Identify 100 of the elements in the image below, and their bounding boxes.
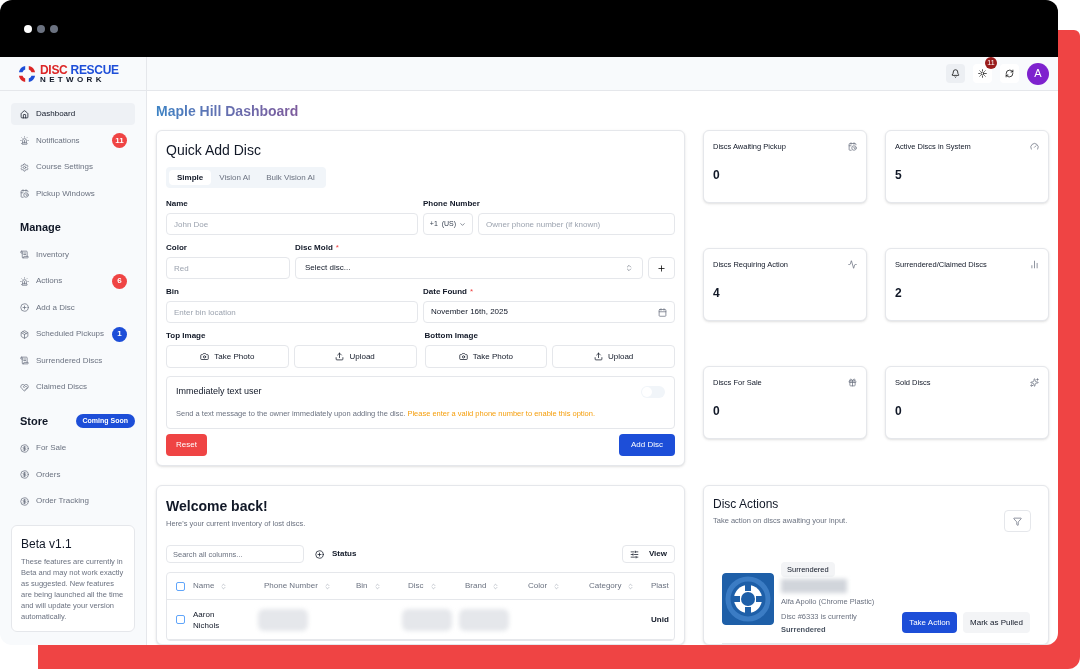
sidebar-item[interactable]: Course Settings — [11, 156, 135, 178]
stat-value: 0 — [713, 403, 721, 421]
stat-value: 0 — [713, 167, 721, 185]
avatar[interactable]: A — [1027, 62, 1049, 85]
row-checkbox[interactable] — [175, 615, 185, 625]
table-cell: Unid — [651, 613, 669, 626]
package-icon — [20, 329, 29, 339]
column-header[interactable]: Color — [528, 580, 548, 593]
sliders-icon — [629, 549, 639, 559]
sidebar-item[interactable]: Surrendered Discs — [11, 349, 135, 372]
gauge-icon — [1030, 142, 1039, 152]
blurred-cell — [459, 608, 509, 631]
sort-icon — [429, 582, 437, 590]
upload-button[interactable]: Upload — [552, 345, 675, 368]
plus-circle-icon — [20, 303, 29, 312]
section-heading: Manage — [20, 220, 61, 235]
sort-icon — [627, 582, 635, 590]
blurred-cell — [258, 608, 308, 631]
date-picker[interactable]: November 16th, 2025 — [423, 301, 675, 323]
add-disc-button[interactable]: Add Disc — [619, 433, 675, 456]
bin-field[interactable]: Enter bin location — [166, 301, 418, 323]
add-mold-button[interactable] — [648, 257, 675, 279]
count-badge: 6 — [112, 273, 127, 289]
field-label: Top Image — [166, 330, 206, 342]
heart-hands-icon — [20, 382, 29, 392]
field-label: Name — [166, 198, 188, 210]
tab[interactable]: Simple — [169, 170, 212, 185]
blurred-cell — [402, 608, 452, 631]
column-header[interactable]: Plast — [651, 580, 669, 593]
sidebar-item[interactable]: Inventory — [11, 243, 135, 266]
take-photo-button[interactable]: Take Photo — [166, 345, 289, 368]
sort-icon — [553, 582, 561, 590]
sun-icon — [978, 69, 987, 78]
refresh-button[interactable] — [1000, 64, 1019, 83]
dollar-icon — [20, 496, 29, 506]
section-heading: Store — [20, 413, 49, 429]
take-photo-button[interactable]: Take Photo — [424, 345, 548, 368]
field-label: Bin — [166, 286, 179, 298]
sidebar-item[interactable]: Claimed Discs — [11, 376, 135, 398]
sort-icon — [220, 582, 228, 590]
tab[interactable]: Vision AI — [211, 170, 259, 185]
table-cell-text: Aaron Nichols — [193, 608, 221, 631]
plus-icon — [657, 263, 666, 273]
gift-icon — [848, 378, 857, 388]
phone-field[interactable]: Owner phone number (if known) — [478, 213, 675, 235]
column-header[interactable]: Phone Number — [264, 580, 318, 593]
refresh-icon — [1005, 69, 1014, 78]
sidebar-item[interactable]: Scheduled Pickups 1 — [11, 323, 135, 345]
field-label: Color — [166, 242, 187, 254]
mark-pulled-button[interactable]: Mark as Pulled — [963, 612, 1030, 633]
upload-button[interactable]: Upload — [293, 345, 417, 368]
filter-button[interactable] — [1004, 510, 1031, 532]
sidebar-item[interactable]: Order Tracking — [11, 490, 135, 512]
sidebar-item[interactable]: Add a Disc — [11, 296, 135, 319]
sidebar-item[interactable]: Pickup Windows — [11, 182, 135, 205]
field-label: Phone Number — [423, 198, 480, 210]
column-header[interactable]: Bin — [356, 580, 368, 593]
plus-circle-icon — [315, 549, 324, 559]
camera-icon — [200, 352, 210, 361]
sidebar-item[interactable]: Orders — [11, 463, 135, 486]
upload-icon — [335, 352, 345, 361]
sidebar-item[interactable]: Notifications 11 — [11, 129, 135, 152]
reset-button[interactable]: Reset — [166, 433, 207, 456]
name-field[interactable]: John Doe — [166, 213, 418, 235]
bar-chart-icon — [1030, 260, 1039, 270]
card-title: Disc Actions — [713, 496, 780, 513]
count-badge: 11 — [112, 133, 127, 148]
field-label: Date Found — [423, 286, 467, 298]
sparkles-icon — [1030, 378, 1039, 388]
stat-value: 0 — [895, 403, 903, 421]
stat-value: 5 — [895, 167, 903, 185]
stat-value: 4 — [713, 285, 721, 303]
color-field[interactable]: Red — [166, 257, 290, 279]
camera-icon — [458, 352, 468, 361]
sidebar-item[interactable]: For Sale — [11, 437, 135, 459]
disc-select[interactable]: Select disc... — [295, 257, 643, 279]
calendar-clock-icon — [20, 189, 29, 198]
theme-button[interactable] — [973, 64, 992, 83]
select-all-checkbox[interactable] — [175, 581, 185, 591]
column-header[interactable]: Disc — [408, 580, 424, 593]
required-mark: * — [335, 242, 339, 254]
siren-icon — [20, 276, 29, 286]
logo-icon — [18, 64, 36, 83]
card-title: Welcome back! — [166, 497, 269, 516]
house-icon — [20, 109, 29, 119]
view-button[interactable]: View — [621, 545, 675, 564]
sidebar-item[interactable]: Dashboard — [11, 103, 135, 125]
column-header[interactable]: Category — [589, 580, 622, 593]
column-header[interactable]: Brand — [465, 580, 487, 593]
option-title: Immediately text user — [176, 385, 262, 398]
tab[interactable]: Bulk Vision AI — [258, 170, 323, 185]
status-filter-button[interactable]: Status — [312, 545, 360, 564]
stat-value: 2 — [895, 285, 903, 303]
take-action-button[interactable]: Take Action — [902, 612, 958, 633]
column-header[interactable]: Name — [193, 580, 215, 593]
notifications-button[interactable] — [946, 64, 965, 83]
settings-icon — [20, 162, 29, 172]
sidebar-item[interactable]: Actions 6 — [11, 270, 135, 292]
upload-icon — [593, 352, 603, 361]
sort-icon — [492, 582, 500, 590]
